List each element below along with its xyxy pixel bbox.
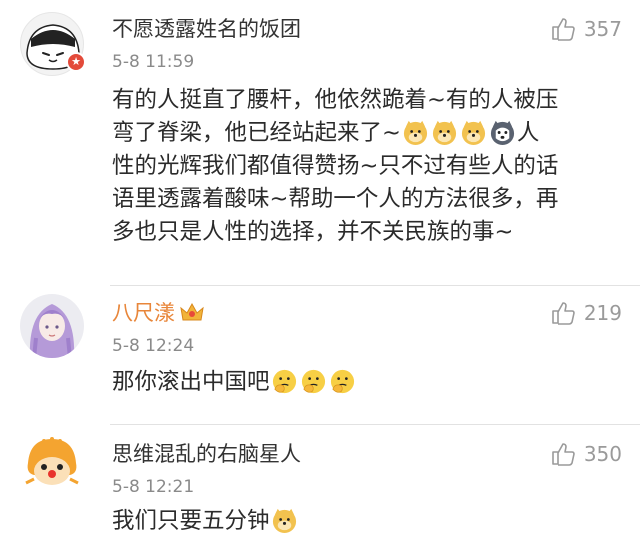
comment-item: 八尺漾 5-8 12:24 219 那你滚出中国吧 (0, 286, 640, 424)
comment-item: ★ 不愿透露姓名的饭团 5-8 11:59 357 有的人挺直了腰杆，他依然跪着… (0, 0, 640, 285)
like-button[interactable]: 357 (550, 16, 622, 42)
comment-text: 我们只要五分钟 (112, 505, 632, 538)
comment-text: 有的人挺直了腰杆，他依然跪着~有的人被压 弯了脊梁，他已经站起来了~ 人 性的光辉… (112, 84, 632, 249)
comment-text-line: 弯了脊梁，他已经站起来了~ 人 (112, 117, 632, 150)
anime-girl-avatar-icon (29, 304, 75, 358)
doge-emoji-icon (461, 120, 485, 146)
thumbs-up-icon (552, 18, 575, 41)
comment-text-segment: 人 (516, 120, 540, 146)
thumbs-up-icon (552, 302, 575, 325)
like-count: 357 (583, 17, 622, 41)
doge-emoji-icon (403, 120, 427, 146)
comment-text: 那你滚出中国吧 (112, 366, 632, 399)
comment-text-line: 语里透露着酸味~帮助一个人的方法很多，再 (112, 186, 559, 212)
cartoon-character-avatar-icon (25, 437, 79, 485)
timestamp: 5-8 12:21 (112, 477, 195, 497)
comment-item: 思维混乱的右脑星人 5-8 12:21 350 我们只要五分钟 (0, 425, 640, 555)
comment-text-line: 多也只是人性的选择，并不关民族的事~ (112, 219, 514, 245)
comment-text-segment: 我们只要五分钟 (112, 508, 270, 534)
thinking-emoji-icon (272, 369, 296, 394)
husky-emoji-icon (490, 120, 514, 146)
like-button[interactable]: 219 (550, 300, 622, 326)
timestamp: 5-8 12:24 (112, 336, 195, 356)
comment-text-line: 性的光辉我们都值得赞扬~只不过有些人的话 (112, 153, 559, 179)
thumbs-up-icon (552, 443, 575, 466)
thinking-emoji-icon (301, 369, 325, 394)
comment-text-segment: 弯了脊梁，他已经站起来了~ (112, 120, 401, 146)
like-count: 350 (583, 442, 622, 466)
thinking-emoji-icon (330, 369, 354, 394)
like-count: 219 (583, 301, 622, 325)
username-text: 八尺漾 (112, 301, 175, 325)
username[interactable]: 思维混乱的右脑星人 (112, 441, 301, 467)
username[interactable]: 八尺漾 (112, 300, 205, 326)
comment-text-line: 有的人挺直了腰杆，他依然跪着~有的人被压 (112, 87, 559, 113)
avatar[interactable] (20, 294, 84, 358)
like-button[interactable]: 350 (550, 441, 622, 467)
comment-text-segment: 那你滚出中国吧 (112, 369, 270, 395)
vip-badge-icon: ★ (66, 52, 86, 72)
timestamp: 5-8 11:59 (112, 52, 195, 72)
doge-emoji-icon (272, 508, 296, 534)
username[interactable]: 不愿透露姓名的饭团 (112, 16, 301, 42)
avatar[interactable] (20, 433, 84, 497)
doge-emoji-icon (432, 120, 456, 146)
crown-badge-icon (180, 302, 204, 321)
